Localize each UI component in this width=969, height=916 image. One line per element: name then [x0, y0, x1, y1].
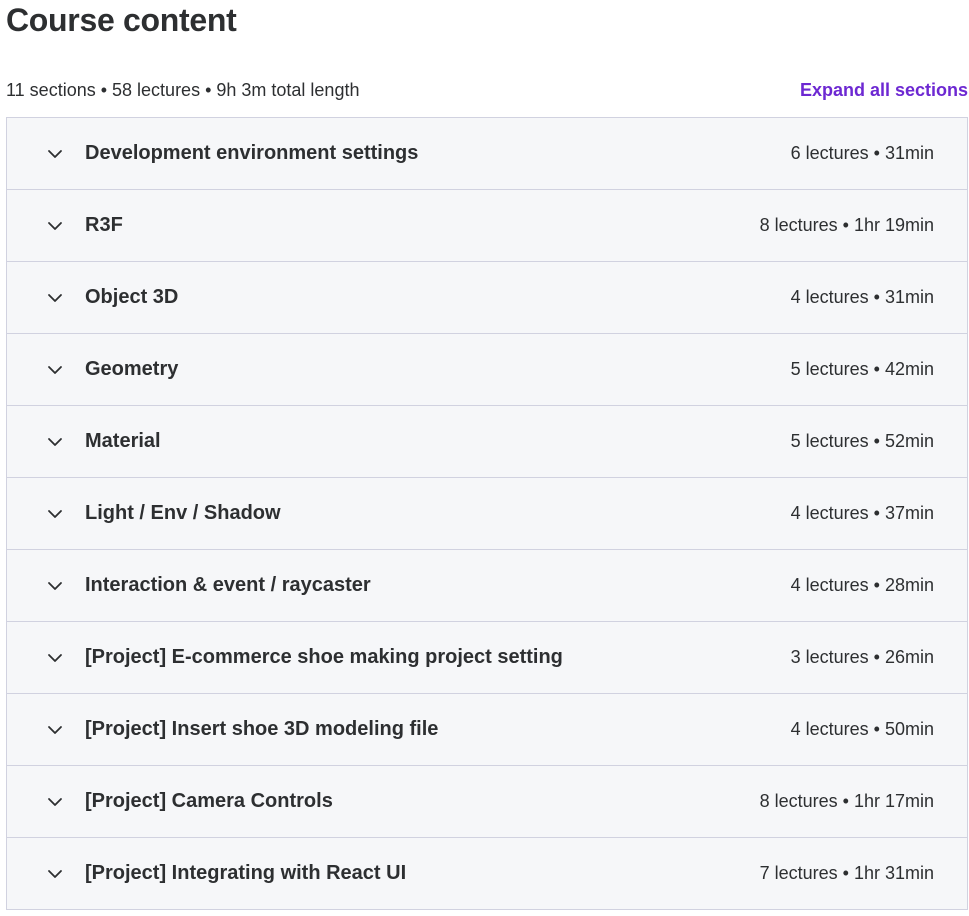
- section-meta: 4 lectures • 37min: [790, 503, 934, 523]
- section-header[interactable]: Light / Env / Shadow 4 lectures • 37min: [7, 477, 967, 549]
- chevron-down-icon: [45, 720, 65, 740]
- section-meta: 5 lectures • 42min: [790, 359, 934, 379]
- section-title: Object 3D: [85, 286, 179, 308]
- section-title: [Project] Integrating with React UI: [85, 862, 407, 884]
- section-meta: 4 lectures • 28min: [790, 575, 934, 595]
- chevron-down-icon: [45, 648, 65, 668]
- sections-accordion: Development environment settings 6 lectu…: [6, 117, 968, 910]
- section-meta: 3 lectures • 26min: [790, 647, 934, 667]
- section-header[interactable]: [Project] Camera Controls 8 lectures • 1…: [7, 765, 967, 837]
- section-title: Geometry: [85, 358, 179, 380]
- section-header[interactable]: Geometry 5 lectures • 42min: [7, 333, 967, 405]
- section-title: [Project] Camera Controls: [85, 790, 333, 812]
- section-meta: 8 lectures • 1hr 17min: [759, 791, 934, 811]
- section-meta: 4 lectures • 31min: [790, 287, 934, 307]
- section-header[interactable]: Object 3D 4 lectures • 31min: [7, 261, 967, 333]
- section-meta: 5 lectures • 52min: [790, 431, 934, 451]
- section-title: [Project] E-commerce shoe making project…: [85, 646, 563, 668]
- section-header[interactable]: [Project] Insert shoe 3D modeling file 4…: [7, 693, 967, 765]
- expand-all-sections-button[interactable]: Expand all sections: [800, 80, 968, 101]
- chevron-down-icon: [45, 576, 65, 596]
- chevron-down-icon: [45, 288, 65, 308]
- section-title: Development environment settings: [85, 142, 419, 164]
- section-title: [Project] Insert shoe 3D modeling file: [85, 718, 439, 740]
- section-title: R3F: [85, 214, 123, 236]
- chevron-down-icon: [45, 216, 65, 236]
- page-title: Course content: [6, 2, 237, 38]
- chevron-down-icon: [45, 504, 65, 524]
- section-meta: 8 lectures • 1hr 19min: [759, 215, 934, 235]
- chevron-down-icon: [45, 360, 65, 380]
- course-summary: 11 sections • 58 lectures • 9h 3m total …: [6, 79, 360, 100]
- section-header[interactable]: Interaction & event / raycaster 4 lectur…: [7, 549, 967, 621]
- section-title: Interaction & event / raycaster: [85, 574, 371, 596]
- section-header[interactable]: [Project] Integrating with React UI 7 le…: [7, 837, 967, 909]
- section-title: Light / Env / Shadow: [85, 502, 281, 524]
- course-summary-row: 11 sections • 58 lectures • 9h 3m total …: [6, 76, 968, 104]
- section-meta: 4 lectures • 50min: [790, 719, 934, 739]
- section-meta: 6 lectures • 31min: [790, 143, 934, 163]
- section-header[interactable]: R3F 8 lectures • 1hr 19min: [7, 189, 967, 261]
- section-meta: 7 lectures • 1hr 31min: [759, 863, 934, 883]
- chevron-down-icon: [45, 144, 65, 164]
- chevron-down-icon: [45, 792, 65, 812]
- section-header[interactable]: Development environment settings 6 lectu…: [7, 118, 967, 189]
- section-header[interactable]: Material 5 lectures • 52min: [7, 405, 967, 477]
- chevron-down-icon: [45, 864, 65, 884]
- section-header[interactable]: [Project] E-commerce shoe making project…: [7, 621, 967, 693]
- section-title: Material: [85, 430, 161, 452]
- chevron-down-icon: [45, 432, 65, 452]
